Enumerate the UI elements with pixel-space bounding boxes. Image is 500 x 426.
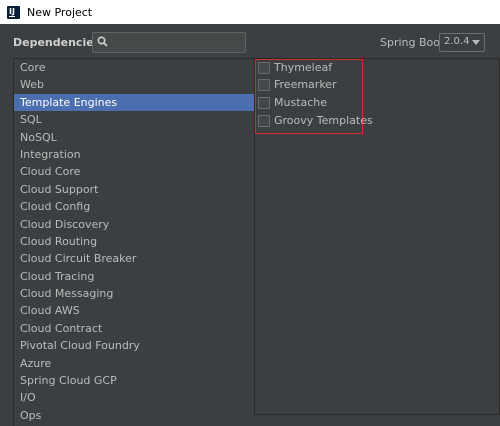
category-item-pivotal-cloud-foundry[interactable]: Pivotal Cloud Foundry [14,337,254,354]
category-list[interactable]: Core Web Template Engines SQL NoSQL Inte… [13,58,255,426]
option-label: Freemarker [274,78,337,91]
mustache-checkbox[interactable] [258,96,270,109]
option-thymeleaf[interactable]: Thymeleaf [258,59,332,76]
category-item-cloud-core[interactable]: Cloud Core [14,163,254,180]
category-item-cloud-aws[interactable]: Cloud AWS [14,302,254,319]
category-item-web[interactable]: Web [14,76,254,93]
category-item-io[interactable]: I/O [14,389,254,406]
category-item-template-engines[interactable]: Template Engines [14,93,254,112]
search-input[interactable] [113,34,241,49]
category-item-cloud-circuit-breaker[interactable]: Cloud Circuit Breaker [14,250,254,267]
freemarker-checkbox[interactable] [258,78,270,91]
category-item-spring-cloud-gcp[interactable]: Spring Cloud GCP [14,372,254,389]
dependencies-label: Dependencies [13,36,101,49]
category-item-cloud-config[interactable]: Cloud Config [14,198,254,215]
option-groovy-templates[interactable]: Groovy Templates [258,112,373,129]
option-mustache[interactable]: Mustache [258,94,327,111]
option-label: Mustache [274,96,328,109]
search-box[interactable] [92,32,246,53]
category-item-cloud-messaging[interactable]: Cloud Messaging [14,285,254,302]
category-item-core[interactable]: Core [14,59,254,76]
spring-boot-label: Spring Boot [380,36,445,49]
category-item-cloud-contract[interactable]: Cloud Contract [14,320,254,337]
intellij-logo-icon: IJ [7,5,20,19]
option-freemarker[interactable]: Freemarker [258,76,337,93]
option-label: Groovy Templates [274,114,373,127]
selected-dependencies-panel [254,414,500,426]
category-item-ops[interactable]: Ops [14,407,254,424]
chevron-down-icon [472,40,480,45]
category-item-cloud-support[interactable]: Cloud Support [14,181,254,198]
option-label: Thymeleaf [274,61,333,74]
groovy-templates-checkbox[interactable] [258,114,270,127]
category-item-sql[interactable]: SQL [14,111,254,128]
thymeleaf-checkbox[interactable] [258,61,270,74]
category-item-nosql[interactable]: NoSQL [14,129,254,146]
category-item-cloud-discovery[interactable]: Cloud Discovery [14,216,254,233]
category-item-azure[interactable]: Azure [14,355,254,372]
title-bar: IJ New Project [0,0,500,24]
dependencies-toolbar: Dependencies Spring Boot 2.0.4 [0,24,500,60]
window-title: New Project [27,5,93,19]
category-item-cloud-routing[interactable]: Cloud Routing [14,233,254,250]
spring-boot-version-select[interactable]: 2.0.4 [439,33,485,52]
search-icon [97,36,108,47]
category-item-integration[interactable]: Integration [14,146,254,163]
category-item-cloud-tracing[interactable]: Cloud Tracing [14,268,254,285]
spring-boot-version-value: 2.0.4 [444,36,470,47]
